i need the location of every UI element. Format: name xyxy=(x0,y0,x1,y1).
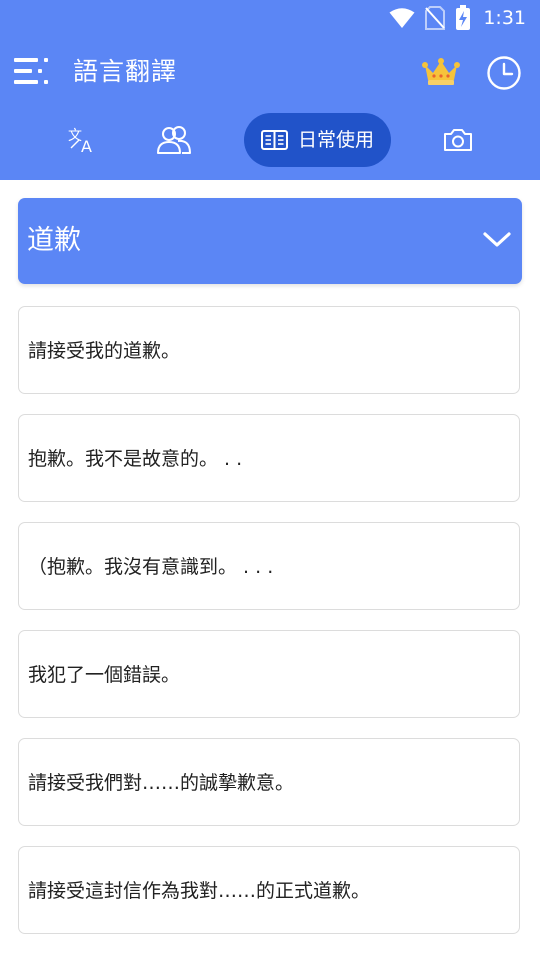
app-bar: 語言翻譯 xyxy=(0,44,540,100)
app-title: 語言翻譯 xyxy=(73,57,178,86)
phrase-card[interactable]: 請接受這封信作為我對……的正式道歉。 xyxy=(18,846,520,934)
phrase-text: （抱歉。我沒有意識到。 . . . xyxy=(28,556,274,578)
no-sim-icon xyxy=(425,6,446,30)
tab-people[interactable] xyxy=(150,113,198,167)
people-icon xyxy=(157,126,191,154)
phrase-card[interactable]: 抱歉。我不是故意的。 . . xyxy=(18,414,520,502)
tab-translate[interactable]: 文 A xyxy=(58,113,106,167)
tab-daily-use[interactable]: 日常使用 xyxy=(244,113,391,167)
tab-bar: 文 A 日常使用 xyxy=(0,113,540,167)
battery-charging-icon xyxy=(456,5,471,30)
status-bar: 1:31 xyxy=(0,0,540,36)
phrase-card[interactable]: 請接受我的道歉。 xyxy=(18,306,520,394)
header: 1:31 語言翻譯 文 A 日常使用 xyxy=(0,0,540,180)
menu-icon[interactable] xyxy=(14,56,50,86)
phrase-card[interactable]: 請接受我們對……的誠摯歉意。 xyxy=(18,738,520,826)
camera-icon xyxy=(444,129,472,151)
crown-icon[interactable] xyxy=(422,58,460,86)
status-time: 1:31 xyxy=(483,7,526,29)
svg-text:A: A xyxy=(81,137,92,154)
tab-camera[interactable] xyxy=(434,113,482,167)
history-icon[interactable] xyxy=(486,55,522,91)
chevron-down-icon xyxy=(483,232,511,247)
phrase-card[interactable]: 我犯了一個錯誤。 xyxy=(18,630,520,718)
phrase-text: 請接受這封信作為我對……的正式道歉。 xyxy=(28,880,371,902)
book-icon xyxy=(260,130,288,150)
wifi-icon xyxy=(389,8,415,28)
phrase-text: 抱歉。我不是故意的。 . . xyxy=(28,448,243,470)
phrase-text: 請接受我們對……的誠摯歉意。 xyxy=(28,772,295,794)
phrase-text: 我犯了一個錯誤。 xyxy=(28,664,181,686)
category-dropdown[interactable]: 道歉 xyxy=(18,198,522,284)
phrase-card[interactable]: （抱歉。我沒有意識到。 . . . xyxy=(18,522,520,610)
status-icons: 1:31 xyxy=(389,5,526,31)
translate-icon: 文 A xyxy=(68,128,92,154)
category-label: 道歉 xyxy=(27,225,81,256)
phrase-text: 請接受我的道歉。 xyxy=(28,340,181,362)
tab-daily-use-label: 日常使用 xyxy=(297,129,374,151)
svg-text:文: 文 xyxy=(68,128,82,144)
